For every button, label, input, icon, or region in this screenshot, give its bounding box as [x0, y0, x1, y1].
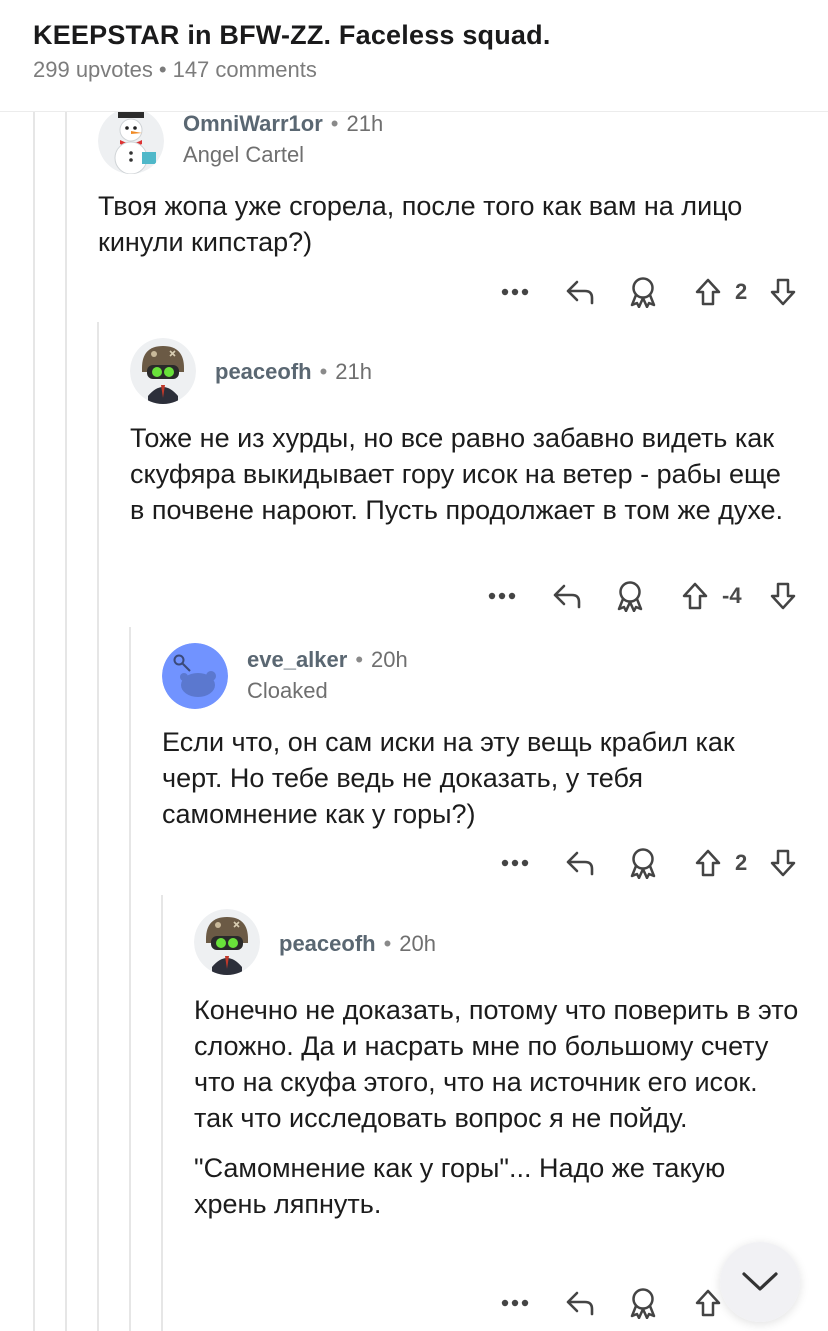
- downvote-button[interactable]: [763, 576, 803, 616]
- vote-score: 2: [735, 279, 748, 304]
- downvote-arrow-icon: [770, 849, 796, 877]
- author-name[interactable]: peaceofh: [279, 931, 376, 956]
- comment-meta: peaceofh • 20h: [279, 931, 436, 957]
- reply-icon: [566, 1291, 594, 1316]
- post-meta: 299 upvotes • 147 comments: [33, 57, 317, 83]
- upvote-button[interactable]: [688, 272, 728, 312]
- post-header: KEEPSTAR in BFW-ZZ. Faceless squad. 299 …: [0, 0, 828, 112]
- thread-line[interactable]: [33, 112, 35, 1331]
- snowman-avatar-icon: [98, 108, 164, 174]
- comment-meta: OmniWarr1or • 21h: [183, 111, 383, 137]
- award-button[interactable]: [623, 272, 663, 312]
- comment-body: Если что, он сам иски на эту вещь крабил…: [162, 724, 802, 832]
- meta-separator: •: [319, 359, 328, 384]
- more-options-icon: [488, 592, 516, 600]
- upvote-arrow-icon: [695, 278, 721, 306]
- reply-button[interactable]: [547, 576, 587, 616]
- more-options-icon: [501, 288, 529, 296]
- downvote-button[interactable]: [763, 843, 803, 883]
- author-name[interactable]: OmniWarr1or: [183, 111, 323, 136]
- comment-actions: [495, 1283, 735, 1323]
- comment-meta: eve_alker • 20h: [247, 647, 408, 673]
- comment-age: 21h: [346, 111, 384, 136]
- thread-line[interactable]: [65, 112, 67, 1331]
- comment-meta: peaceofh • 21h: [215, 359, 372, 385]
- reply-button[interactable]: [560, 1283, 600, 1323]
- comment-body: Конечно не доказать, потому что поверить…: [194, 992, 804, 1222]
- award-icon: [617, 581, 643, 612]
- downvote-button[interactable]: [763, 272, 803, 312]
- helmet-avatar-icon: [130, 338, 196, 404]
- meta-separator: •: [383, 931, 392, 956]
- author-name[interactable]: eve_alker: [247, 647, 347, 672]
- thread-line[interactable]: [161, 895, 163, 1331]
- chevron-down-icon: [742, 1272, 778, 1291]
- comment-actions: -4: [482, 576, 805, 616]
- award-icon: [630, 848, 656, 879]
- more-options-icon: [501, 1299, 529, 1307]
- meta-separator: •: [355, 647, 364, 672]
- award-icon: [630, 277, 656, 308]
- award-icon: [630, 1288, 656, 1319]
- avatar[interactable]: [162, 643, 228, 709]
- more-options-icon: [501, 859, 529, 867]
- comment-body: Твоя жопа уже сгорела, после того как ва…: [98, 188, 798, 260]
- author-name[interactable]: peaceofh: [215, 359, 312, 384]
- reply-button[interactable]: [560, 272, 600, 312]
- upvote-arrow-icon: [682, 582, 708, 610]
- thread-line[interactable]: [97, 322, 99, 1331]
- default-snoo-avatar-icon: [162, 643, 228, 709]
- helmet-avatar-icon: [194, 909, 260, 975]
- award-button[interactable]: [623, 1283, 663, 1323]
- comment-paragraph: Если что, он сам иски на эту вещь крабил…: [162, 727, 735, 829]
- comment-actions: 2: [495, 272, 805, 312]
- vote-score: 2: [735, 850, 748, 875]
- meta-separator: •: [158, 57, 167, 82]
- upvote-arrow-icon: [695, 849, 721, 877]
- comment-age: 21h: [335, 359, 373, 384]
- more-options-button[interactable]: [482, 576, 522, 616]
- award-button[interactable]: [623, 843, 663, 883]
- comment-age: 20h: [399, 931, 437, 956]
- comment-paragraph: Конечно не доказать, потому что поверить…: [194, 995, 799, 1133]
- more-options-button[interactable]: [495, 272, 535, 312]
- reply-icon: [553, 584, 581, 609]
- next-comment-button[interactable]: [720, 1242, 800, 1322]
- user-flair: Angel Cartel: [183, 142, 305, 167]
- upvote-count: 299 upvotes: [33, 57, 153, 82]
- vote-score: -4: [722, 583, 742, 608]
- comment-paragraph: "Самомнение как у горы"... Надо же такую…: [194, 1153, 726, 1219]
- post-title[interactable]: KEEPSTAR in BFW-ZZ. Faceless squad.: [33, 20, 551, 51]
- comment-age: 20h: [371, 647, 408, 672]
- downvote-arrow-icon: [770, 278, 796, 306]
- award-button[interactable]: [610, 576, 650, 616]
- reply-button[interactable]: [560, 843, 600, 883]
- downvote-arrow-icon: [770, 582, 796, 610]
- comment-paragraph: Твоя жопа уже сгорела, после того как ва…: [98, 191, 743, 257]
- meta-separator: •: [330, 111, 339, 136]
- more-options-button[interactable]: [495, 843, 535, 883]
- comment-count: 147 comments: [172, 57, 317, 82]
- more-options-button[interactable]: [495, 1283, 535, 1323]
- comment-actions: 2: [495, 843, 805, 883]
- avatar[interactable]: [130, 338, 196, 404]
- reply-icon: [566, 280, 594, 305]
- thread-line[interactable]: [129, 627, 131, 1331]
- avatar[interactable]: [194, 909, 260, 975]
- upvote-arrow-icon: [695, 1289, 721, 1317]
- comment-body: Тоже не из хурды, но все равно забавно в…: [130, 420, 800, 528]
- upvote-button[interactable]: [688, 843, 728, 883]
- avatar[interactable]: [98, 108, 164, 174]
- upvote-button[interactable]: [675, 576, 715, 616]
- user-flair: Cloaked: [247, 678, 328, 703]
- reply-icon: [566, 851, 594, 876]
- comment-paragraph: Тоже не из хурды, но все равно забавно в…: [130, 423, 784, 525]
